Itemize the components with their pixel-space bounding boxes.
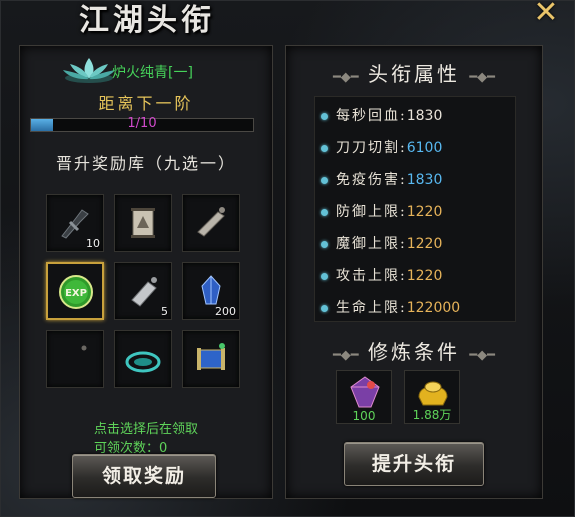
reward-slot[interactable]: 5 xyxy=(114,262,172,320)
attribute-row: 刀刀切割:6100 xyxy=(321,137,442,161)
slot-count: 200 xyxy=(215,305,236,318)
attribute-label: 刀刀切割 xyxy=(336,140,400,156)
requirement-slot[interactable]: 1.88万 xyxy=(404,370,460,424)
title-window: 江湖头衔 ✕ 炉火纯青[一] 距离下一阶 1/10 晋升奖励库（九选一） 10 … xyxy=(0,0,575,517)
reward-slot[interactable]: 10 xyxy=(46,194,104,252)
attribute-label: 免疫伤害 xyxy=(336,172,400,188)
claim-reward-button[interactable]: 领取奖励 xyxy=(72,454,216,498)
attribute-label: 攻击上限 xyxy=(336,268,400,284)
window-title: 江湖头衔 xyxy=(79,3,215,38)
bullet-icon xyxy=(321,272,328,280)
empty-slot-icon xyxy=(81,345,87,351)
lotus-icon xyxy=(63,58,115,83)
attribute-value: 1220 xyxy=(406,236,443,252)
scroll-painting-icon xyxy=(131,208,155,238)
conditions-title-wrap: ━◆━ 修炼条件 ━◆━ xyxy=(286,336,542,365)
reward-slot[interactable] xyxy=(114,194,172,252)
bullet-icon xyxy=(321,304,328,312)
requirement-slot[interactable]: 100 xyxy=(336,370,392,424)
reward-grid: 10 EXP 5 200 xyxy=(46,194,252,388)
rank-name: 炉火纯青[一] xyxy=(112,65,193,81)
attribute-row: 攻击上限:1220 xyxy=(321,265,442,289)
attribute-row: 防御上限:1220 xyxy=(321,201,442,225)
attribute-value: 6100 xyxy=(406,140,443,156)
reward-pool-title: 晋升奖励库（九选一） xyxy=(55,154,236,173)
select-hint: 点击选择后在领取 xyxy=(93,422,198,437)
reward-slot[interactable] xyxy=(182,194,240,252)
conditions-title: 修炼条件 xyxy=(368,340,460,364)
upgrade-title-button[interactable]: 提升头衔 xyxy=(344,442,484,486)
attribute-row: 生命上限:122000 xyxy=(321,297,460,321)
close-icon[interactable]: ✕ xyxy=(532,0,560,28)
blue-scroll-icon xyxy=(197,343,225,370)
bone-shard-icon xyxy=(197,207,225,237)
attribute-label: 生命上限 xyxy=(336,300,400,316)
gold-ingot-icon xyxy=(418,381,448,406)
reward-slot[interactable] xyxy=(46,330,104,388)
jade-disc-icon xyxy=(125,351,161,373)
exp-orb-icon: EXP xyxy=(59,275,93,309)
bullet-icon xyxy=(321,144,328,152)
attribute-value: 1220 xyxy=(406,204,443,220)
rank-panel: 炉火纯青[一] 距离下一阶 1/10 晋升奖励库（九选一） 10 EXP 5 2… xyxy=(19,45,273,499)
attribute-row: 免疫伤害:1830 xyxy=(321,169,442,193)
attribute-label: 魔御上限 xyxy=(336,236,400,252)
attributes-title-wrap: ━◆━ 头衔属性 ━◆━ xyxy=(286,58,542,87)
attribute-label: 每秒回血 xyxy=(336,108,400,124)
slot-count: 10 xyxy=(86,237,100,250)
requirement-amount: 1.88万 xyxy=(412,408,452,422)
next-rank-label: 距离下一阶 xyxy=(98,94,194,113)
attribute-value: 1830 xyxy=(406,108,443,124)
bullet-icon xyxy=(321,240,328,248)
attribute-value: 122000 xyxy=(406,300,461,316)
title-ornament-left: ━◆━ xyxy=(332,70,359,85)
attribute-value: 1220 xyxy=(406,268,443,284)
attribute-label: 防御上限 xyxy=(336,204,400,220)
silver-ingot-icon xyxy=(131,277,157,307)
attribute-row: 魔御上限:1220 xyxy=(321,233,442,257)
title-ornament-right: ━◆━ xyxy=(469,348,496,363)
svg-text:EXP: EXP xyxy=(65,288,87,299)
slot-count: 5 xyxy=(161,305,168,318)
bullet-icon xyxy=(321,176,328,184)
rank-progress-bar: 1/10 xyxy=(30,116,254,132)
attributes-title: 头衔属性 xyxy=(368,62,460,86)
attribute-row: 每秒回血:1830 xyxy=(321,105,442,129)
attribute-value: 1830 xyxy=(406,172,443,188)
bullet-icon xyxy=(321,112,328,120)
title-ornament-left: ━◆━ xyxy=(332,348,359,363)
attribute-list: 每秒回血:1830 刀刀切割:6100 免疫伤害:1830 防御上限:1220 … xyxy=(314,96,516,322)
reward-slot-selected[interactable]: EXP xyxy=(46,262,104,320)
reward-slot[interactable]: 200 xyxy=(182,262,240,320)
requirement-amount: 100 xyxy=(352,409,376,423)
progress-text: 1/10 xyxy=(127,116,157,131)
gem-stone-icon xyxy=(350,376,380,408)
reward-slot[interactable] xyxy=(114,330,172,388)
attributes-panel: ━◆━ 头衔属性 ━◆━ 每秒回血:1830 刀刀切割:6100 免疫伤害:18… xyxy=(285,45,543,499)
reward-slot[interactable] xyxy=(182,330,240,388)
bullet-icon xyxy=(321,208,328,216)
title-ornament-right: ━◆━ xyxy=(469,70,496,85)
